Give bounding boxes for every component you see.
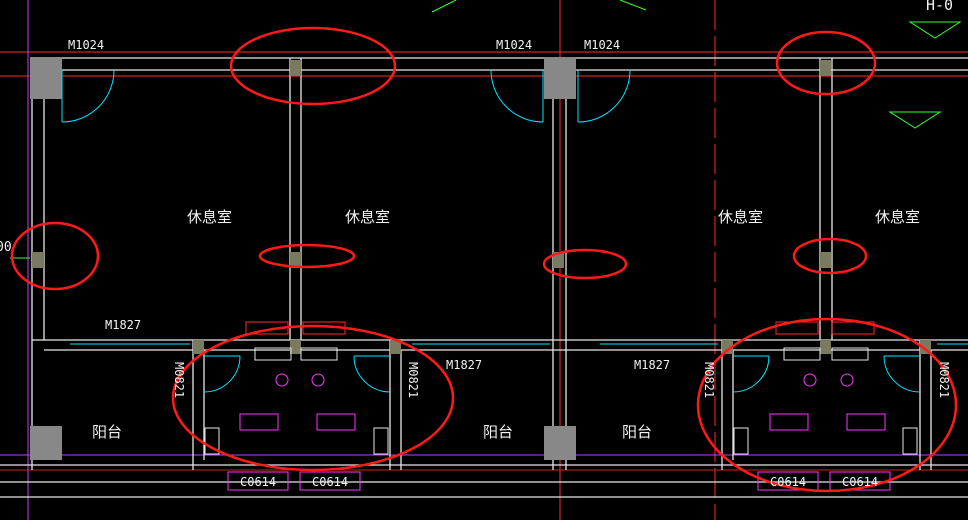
- room-label-balcony: 阳台: [622, 423, 653, 441]
- window-label: C0614: [240, 475, 277, 489]
- elevation-label: H-0: [926, 0, 954, 14]
- door-label-vertical: M0821: [702, 362, 716, 399]
- cad-drawing: 休息室 休息室 休息室 休息室 阳台 阳台 阳台 M1024 M1024 M10…: [0, 0, 968, 520]
- floor-plan: [0, 0, 968, 520]
- door-label: M1024: [496, 38, 533, 52]
- door-label: M1827: [634, 358, 671, 372]
- room-label-rest-room: 休息室: [187, 208, 233, 226]
- room-label-balcony: 阳台: [92, 423, 123, 441]
- room-label-rest-room: 休息室: [875, 208, 921, 226]
- door-label-vertical: M0821: [937, 362, 951, 399]
- side-marker-label: 00: [0, 240, 12, 255]
- door-label-vertical: M0821: [172, 362, 186, 399]
- elevation-markers: [10, 0, 962, 259]
- columns: [30, 57, 931, 460]
- room-label-balcony: 阳台: [483, 423, 514, 441]
- door-label: M1827: [105, 318, 142, 332]
- window-label: C0614: [770, 475, 807, 489]
- door-label-vertical: M0821: [406, 362, 420, 399]
- room-label-rest-room: 休息室: [718, 208, 764, 226]
- window-label: C0614: [842, 475, 879, 489]
- window-label: C0614: [312, 475, 349, 489]
- door-label: M1827: [446, 358, 483, 372]
- door-label: M1024: [584, 38, 621, 52]
- door-label: M1024: [68, 38, 105, 52]
- room-label-rest-room: 休息室: [345, 208, 391, 226]
